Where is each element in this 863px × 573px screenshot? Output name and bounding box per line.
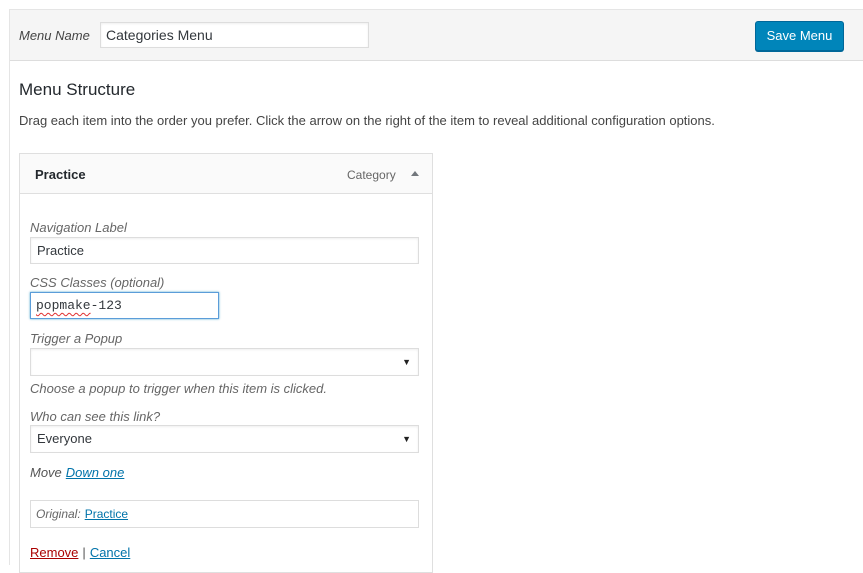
menu-name-label: Menu Name: [19, 28, 90, 43]
css-classes-suffix: -123: [90, 298, 122, 313]
menu-name-input[interactable]: Categories Menu: [100, 22, 369, 48]
trigger-popup-select[interactable]: ▼: [30, 348, 419, 376]
menu-structure-instructions: Drag each item into the order you prefer…: [19, 113, 715, 128]
move-label: Move: [30, 465, 62, 480]
move-down-one-link[interactable]: Down one: [66, 465, 125, 480]
remove-link[interactable]: Remove: [30, 545, 78, 560]
visibility-select[interactable]: Everyone ▼: [30, 425, 419, 453]
trigger-popup-label: Trigger a Popup: [30, 331, 123, 346]
collapse-arrow-icon[interactable]: [410, 168, 422, 180]
original-label: Original:: [36, 507, 81, 521]
visibility-label: Who can see this link?: [30, 409, 161, 424]
action-separator: |: [82, 545, 86, 560]
navigation-label-label: Navigation Label: [30, 220, 127, 235]
menu-item-practice: Practice Category Navigation Label Pract…: [19, 153, 433, 573]
trigger-popup-hint: Choose a popup to trigger when this item…: [30, 381, 327, 396]
menu-header: Menu Name Categories Menu Save Menu: [10, 10, 863, 61]
css-classes-input[interactable]: popmake-123: [30, 292, 219, 319]
dropdown-arrow-icon: ▼: [402, 434, 411, 444]
navigation-label-input[interactable]: Practice: [30, 237, 419, 264]
visibility-value: Everyone: [37, 431, 92, 446]
menu-item-type: Category: [347, 168, 396, 182]
item-actions: Remove | Cancel: [30, 545, 130, 560]
menu-item-title: Practice: [35, 167, 86, 182]
original-practice-link[interactable]: Practice: [85, 507, 128, 521]
menu-item-handle[interactable]: Practice Category: [20, 154, 432, 194]
move-row: Move Down one: [30, 465, 124, 480]
cancel-link[interactable]: Cancel: [90, 545, 130, 560]
save-menu-button[interactable]: Save Menu: [755, 21, 844, 51]
dropdown-arrow-icon: ▼: [402, 357, 411, 367]
original-link-box: Original: Practice: [30, 500, 419, 528]
menu-editor-frame: Menu Name Categories Menu Save Menu Menu…: [9, 9, 863, 573]
menu-structure-title: Menu Structure: [19, 80, 136, 99]
css-classes-label: CSS Classes (optional): [30, 275, 165, 290]
spellcheck-word: popmake: [36, 298, 91, 313]
